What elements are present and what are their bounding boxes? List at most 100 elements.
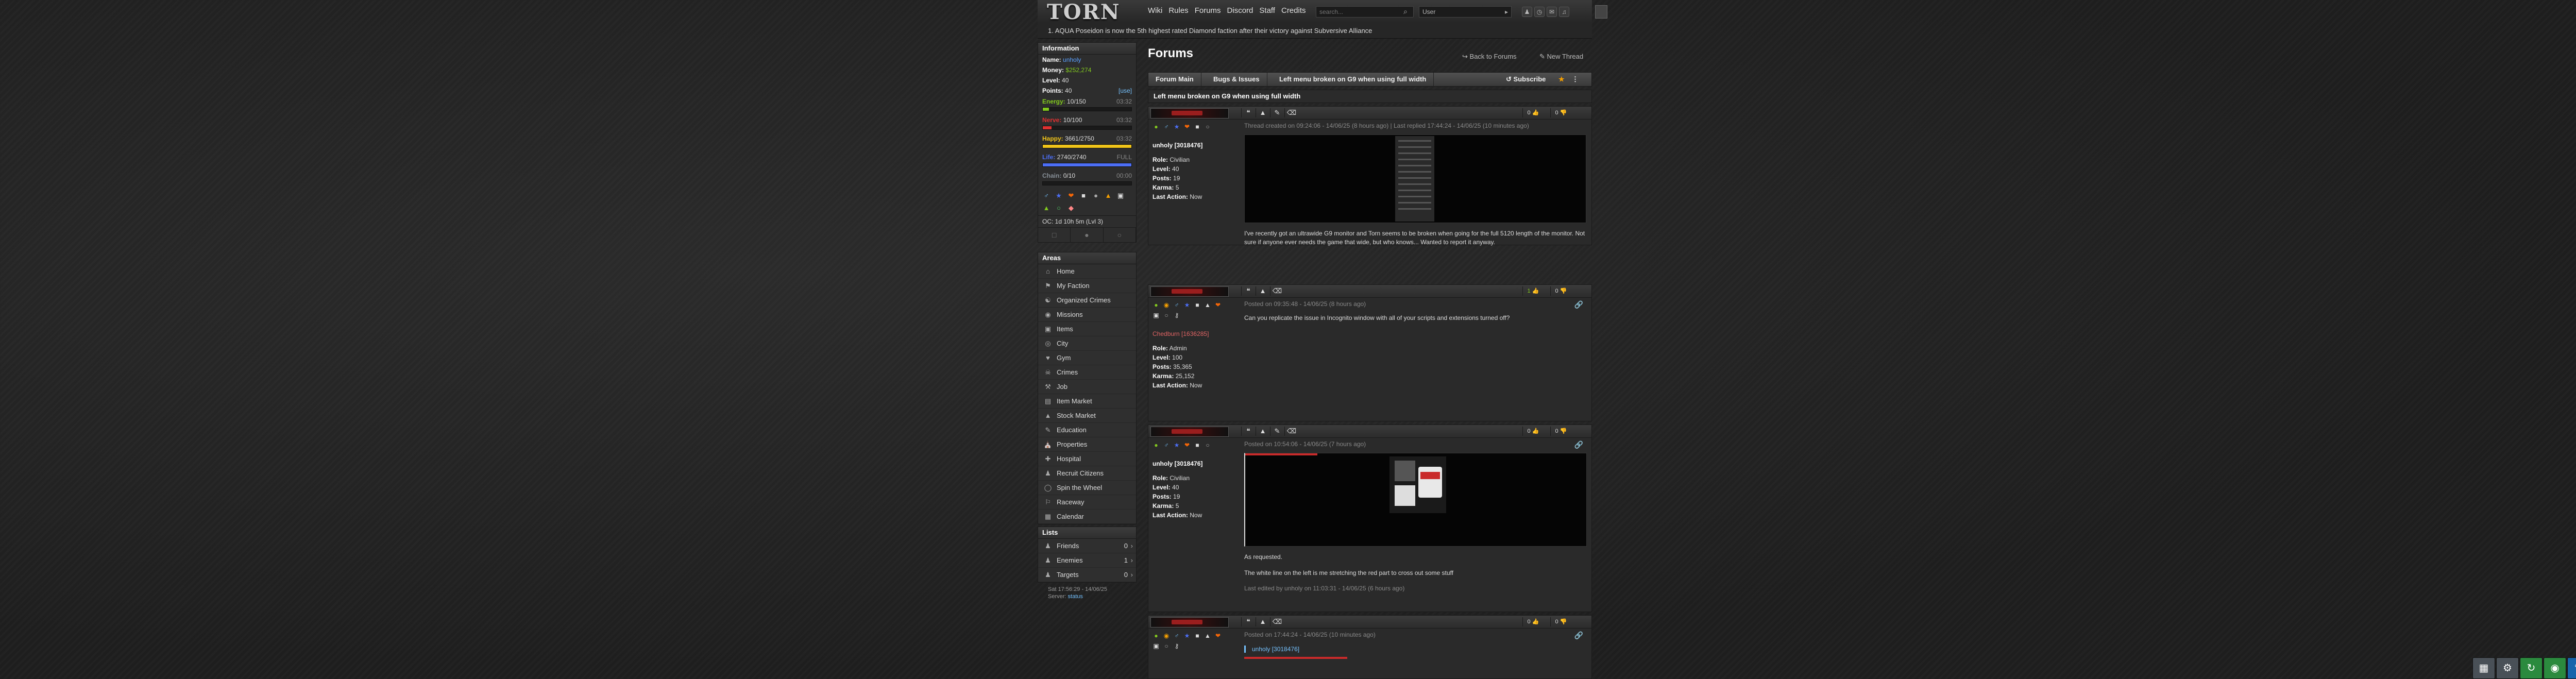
status-bar-nerve[interactable]: Nerve: 10/100 03:32 [1038, 114, 1136, 133]
gender-icon[interactable]: ♂ [1042, 192, 1050, 200]
sidebar-item-gym[interactable]: ♥ Gym [1038, 351, 1136, 365]
gender-icon[interactable]: ♂ [1173, 301, 1180, 309]
sidebar-list-enemies[interactable]: ♟ Enemies 1 › [1038, 553, 1136, 568]
sidebar-list-targets[interactable]: ♟ Targets 0 › [1038, 568, 1136, 582]
back-to-forums-button[interactable]: ↪ Back to Forums [1462, 53, 1517, 61]
property-icon[interactable]: ■ [1194, 632, 1201, 639]
money-value[interactable]: $252,274 [1065, 66, 1091, 74]
search-category-select[interactable]: User ▸ [1419, 6, 1512, 18]
link-icon[interactable]: 🔗 [1574, 631, 1583, 640]
sidebar-item-items[interactable]: ▣ Items [1038, 322, 1136, 336]
dislike-button[interactable]: 0 👎 [1550, 427, 1571, 436]
sidebar-list-friends[interactable]: ♟ Friends 0 › [1038, 539, 1136, 553]
online-icon[interactable]: ● [1153, 442, 1160, 449]
sidebar-item-my-faction[interactable]: ⚑ My Faction [1038, 279, 1136, 293]
author-name-link[interactable]: unholy [3018476] [1153, 460, 1237, 467]
author-name-link[interactable]: unholy [3018476] [1153, 142, 1237, 149]
nav-forums[interactable]: Forums [1195, 6, 1221, 15]
nav-discord[interactable]: Discord [1227, 6, 1253, 15]
bulb-icon[interactable]: ○ [1204, 442, 1211, 449]
user-avatar[interactable] [1595, 5, 1607, 19]
points-use-link[interactable]: [use] [1118, 86, 1132, 96]
sidebar-item-organized-crimes[interactable]: ☯ Organized Crimes [1038, 293, 1136, 308]
donator-star-icon[interactable]: ★ [1183, 301, 1191, 309]
nav-staff[interactable]: Staff [1259, 6, 1275, 15]
bell-icon[interactable]: ♫ [1559, 7, 1569, 17]
id-card-icon[interactable]: ▣ [1116, 192, 1125, 200]
donator-star-icon[interactable]: ★ [1055, 192, 1063, 200]
user-banner[interactable] [1150, 427, 1229, 437]
bulb-icon[interactable]: ● [1092, 192, 1100, 200]
edit-icon[interactable]: ✎ [1270, 108, 1284, 117]
donator-star-icon[interactable]: ★ [1173, 442, 1180, 449]
faction-icon[interactable]: ▲ [1104, 192, 1112, 200]
news-text[interactable]: AQUA Poseidon is now the 5th highest rat… [1055, 27, 1372, 35]
quote-icon[interactable]: ❝ [1241, 108, 1255, 117]
thread-fav-icon[interactable]: ★ [1555, 73, 1568, 86]
user-banner[interactable] [1150, 108, 1229, 118]
heart-icon[interactable]: ❤ [1214, 301, 1222, 309]
user-name-link[interactable]: unholy [1063, 56, 1081, 63]
edit-icon[interactable]: ✎ [1270, 427, 1284, 436]
sidebar-item-item-market[interactable]: ▤ Item Market [1038, 394, 1136, 409]
clock-icon[interactable]: ◷ [1534, 7, 1545, 17]
people-icon[interactable]: ♟ [1522, 7, 1532, 17]
chat-settings-icon[interactable]: ⚙ [2496, 657, 2519, 679]
like-button[interactable]: 0 👍 [1522, 427, 1544, 436]
heart-icon[interactable]: ❤ [1183, 442, 1191, 449]
server-status-link[interactable]: status [1068, 593, 1083, 600]
delete-icon[interactable]: ⌫ [1284, 108, 1298, 117]
chat-trade-icon[interactable]: ✎ [2567, 657, 2576, 679]
post-screenshot-image[interactable] [1244, 453, 1587, 547]
bulb-icon[interactable]: ○ [1163, 642, 1170, 650]
organized-crime-status[interactable]: OC: 1d 10h 5m (Lvl 3) [1038, 215, 1136, 227]
dislike-button[interactable]: 0 👎 [1550, 108, 1571, 117]
report-icon[interactable]: ▲ [1256, 427, 1269, 436]
quote-icon[interactable]: ❝ [1241, 286, 1255, 296]
sidebar-item-job[interactable]: ⚒ Job [1038, 380, 1136, 394]
sidebar-item-crimes[interactable]: ☠ Crimes [1038, 365, 1136, 380]
sidebar-item-home[interactable]: ⌂ Home [1038, 264, 1136, 279]
delete-icon[interactable]: ⌫ [1270, 617, 1284, 626]
key-icon[interactable]: ⚷ [1173, 312, 1180, 319]
online-icon[interactable]: ● [1153, 632, 1160, 639]
like-button[interactable]: 0 👍 [1522, 108, 1544, 117]
nav-rules[interactable]: Rules [1168, 6, 1188, 15]
user-banner[interactable] [1150, 617, 1229, 627]
property-icon[interactable]: ■ [1194, 301, 1201, 309]
sidebar-item-raceway[interactable]: ⚐ Raceway [1038, 495, 1136, 510]
report-icon[interactable]: ▲ [1256, 617, 1269, 626]
staff-icon[interactable]: ◉ [1163, 632, 1170, 639]
heart-icon[interactable]: ❤ [1214, 632, 1222, 639]
nav-wiki[interactable]: Wiki [1148, 6, 1162, 15]
faction-icon[interactable]: ▲ [1204, 301, 1211, 309]
author-name-link[interactable]: Chedburn [1636285] [1153, 330, 1237, 337]
search-icon[interactable]: ⌕ [1403, 7, 1412, 15]
search-people-icon[interactable]: ● [1071, 228, 1104, 242]
link-icon[interactable]: 🔗 [1574, 300, 1583, 309]
job-icon[interactable]: ○ [1055, 204, 1063, 212]
sidebar-item-city[interactable]: ◎ City [1038, 336, 1136, 351]
id-card-icon[interactable]: ▣ [1153, 312, 1160, 319]
pin-icon[interactable]: ○ [1104, 228, 1136, 242]
sidebar-item-spin-the-wheel[interactable]: ◯ Spin the Wheel [1038, 481, 1136, 495]
thread-options-icon[interactable]: ⋮ [1569, 73, 1582, 86]
online-icon[interactable]: ● [1153, 301, 1160, 309]
quote-icon[interactable]: ❝ [1241, 427, 1255, 436]
inventory-icon[interactable]: □ [1038, 228, 1071, 242]
sidebar-item-stock-market[interactable]: ▲ Stock Market [1038, 409, 1136, 423]
dislike-button[interactable]: 0 👎 [1550, 617, 1571, 626]
report-icon[interactable]: ▲ [1256, 108, 1269, 117]
nav-credits[interactable]: Credits [1281, 6, 1306, 15]
donator-star-icon[interactable]: ★ [1173, 123, 1180, 130]
like-button[interactable]: 0 👍 [1522, 617, 1544, 626]
sidebar-item-calendar[interactable]: ▦ Calendar [1038, 510, 1136, 524]
chat-people-icon[interactable]: ▦ [2472, 657, 2495, 679]
status-bar-energy[interactable]: Energy: 10/150 03:32 [1038, 96, 1136, 114]
gender-icon[interactable]: ♂ [1163, 123, 1170, 130]
faction-icon[interactable]: ▲ [1204, 632, 1211, 639]
id-card-icon[interactable]: ▣ [1153, 642, 1160, 650]
sidebar-item-properties[interactable]: ⛪ Properties [1038, 437, 1136, 452]
breadcrumb-bugs-issues[interactable]: Bugs & Issues [1206, 73, 1267, 86]
chat-global-icon[interactable]: ◉ [2544, 657, 2566, 679]
